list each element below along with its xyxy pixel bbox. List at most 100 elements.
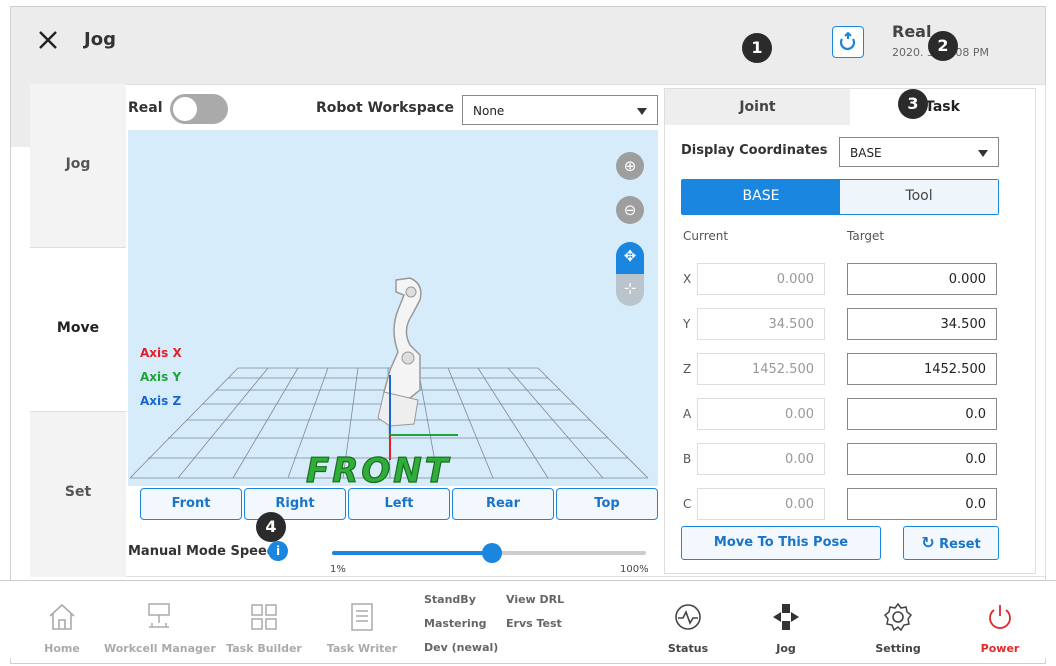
floor-label: FRONT	[306, 451, 451, 486]
slider-min: 1%	[330, 564, 346, 575]
nav-task-builder[interactable]: Task Builder	[224, 581, 304, 659]
power-icon	[989, 605, 1011, 629]
view-top-button[interactable]: Top	[556, 488, 658, 520]
tab-joint[interactable]: Joint	[665, 89, 850, 125]
real-toggle[interactable]	[170, 94, 228, 124]
slider-thumb[interactable]	[482, 543, 503, 563]
segment-base[interactable]: BASE	[682, 180, 840, 214]
refresh-icon	[839, 31, 856, 51]
menu-standby[interactable]: StandBy	[424, 593, 476, 606]
menu-dev-newal[interactable]: Dev (newal)	[424, 641, 498, 654]
task-writer-icon	[351, 603, 373, 631]
mode-label: Real	[892, 22, 932, 41]
current-header: Current	[683, 229, 729, 243]
view-left-button[interactable]: Left	[348, 488, 450, 520]
task-panel: Joint Task Display Coordinates BASE BASE…	[664, 88, 1036, 574]
tab-task[interactable]: Task	[850, 89, 1035, 125]
target-input[interactable]: 0.000	[847, 263, 997, 295]
coord-segment: BASE Tool	[681, 179, 999, 215]
side-tab-move[interactable]: Move	[30, 248, 126, 412]
page-title: Jog	[84, 29, 116, 50]
current-value: 34.500	[697, 308, 825, 340]
pan-icon: ⊹	[623, 279, 637, 297]
view-rear-button[interactable]: Rear	[452, 488, 554, 520]
row-label: C	[683, 497, 692, 511]
menu-mastering[interactable]: Mastering	[424, 617, 487, 630]
menu-view-drl[interactable]: View DRL	[506, 593, 564, 606]
pan-view-button[interactable]: ⊹	[616, 274, 644, 306]
rotate-view-button[interactable]: ✥	[616, 242, 644, 274]
callout-badge: 3	[898, 89, 928, 119]
nav-label: Status	[667, 642, 709, 655]
nav-label: Task Writer	[326, 642, 398, 655]
zoom-out-icon: ⊖	[623, 201, 637, 219]
bottom-nav: Home Workcell Manager Task Builder Task …	[0, 580, 1056, 658]
current-value: 0.00	[697, 398, 825, 430]
gear-icon	[883, 602, 913, 632]
refresh-button[interactable]	[832, 26, 864, 58]
jog-icon	[773, 604, 799, 630]
robot-joint	[405, 286, 417, 298]
toggle-knob	[173, 97, 197, 121]
nav-home[interactable]: Home	[30, 581, 94, 659]
nav-workcell-manager[interactable]: Workcell Manager	[104, 581, 216, 659]
target-input[interactable]: 0.0	[847, 398, 997, 430]
side-tab-set[interactable]: Set	[30, 412, 126, 576]
side-tab-jog[interactable]: Jog	[30, 84, 126, 248]
task-builder-icon	[251, 604, 277, 630]
nav-status[interactable]: Status	[656, 581, 720, 659]
row-label: B	[683, 452, 692, 466]
nav-jog[interactable]: Jog	[754, 581, 818, 659]
workcell-icon	[148, 603, 170, 628]
view-right-button[interactable]: Right	[244, 488, 346, 520]
info-icon[interactable]: i	[268, 541, 288, 561]
workspace-value: None	[473, 104, 505, 118]
chevron-down-icon	[978, 150, 988, 157]
side-tab-label: Move	[56, 320, 100, 336]
slider-fill	[332, 551, 493, 555]
speed-slider[interactable]	[332, 543, 646, 563]
target-input[interactable]: 0.0	[847, 443, 997, 475]
chevron-down-icon	[637, 108, 647, 115]
workspace-label: Robot Workspace	[316, 100, 454, 116]
nav-label: Power	[980, 642, 1020, 655]
display-coords-select[interactable]: BASE	[839, 137, 999, 167]
nav-setting[interactable]: Setting	[866, 581, 930, 659]
row-label: Z	[683, 362, 692, 376]
close-icon[interactable]	[34, 26, 62, 54]
current-value: 1452.500	[697, 353, 825, 385]
nav-label: Setting	[875, 642, 921, 655]
reset-button[interactable]: ↻ Reset	[903, 526, 999, 560]
nav-power[interactable]: Power	[968, 581, 1032, 659]
nav-label: Home	[44, 642, 80, 655]
axis-x-legend: Axis X	[140, 346, 182, 360]
target-input[interactable]: 1452.500	[847, 353, 997, 385]
callout-badge: 1	[742, 33, 772, 63]
side-tab-label: Set	[64, 484, 92, 500]
axis-y-legend: Axis Y	[140, 370, 182, 384]
home-icon	[49, 603, 75, 630]
workspace-select[interactable]: None	[462, 95, 658, 125]
real-label: Real	[128, 100, 163, 116]
robot-joint	[401, 351, 415, 365]
move-to-pose-button[interactable]: Move To This Pose	[681, 526, 881, 560]
target-input[interactable]: 34.500	[847, 308, 997, 340]
zoom-in-button[interactable]: ⊕	[616, 152, 644, 180]
row-label: Y	[683, 317, 691, 331]
target-input[interactable]: 0.0	[847, 488, 997, 520]
nav-task-writer[interactable]: Task Writer	[322, 581, 402, 659]
display-coords-value: BASE	[850, 146, 882, 160]
nav-label: Task Builder	[226, 642, 302, 655]
current-value: 0.00	[697, 488, 825, 520]
zoom-out-button[interactable]: ⊖	[616, 196, 644, 224]
status-icon	[675, 604, 701, 630]
view-front-button[interactable]: Front	[140, 488, 242, 520]
manual-speed-label: Manual Mode Speed	[128, 544, 277, 559]
nav-label: Workcell Manager	[104, 642, 216, 655]
menu-ervs-test[interactable]: Ervs Test	[506, 617, 562, 630]
zoom-in-icon: ⊕	[623, 157, 637, 175]
robot-3d-view[interactable]: FRONT	[128, 130, 658, 486]
current-value: 0.000	[697, 263, 825, 295]
target-header: Target	[847, 229, 885, 243]
segment-tool[interactable]: Tool	[840, 180, 998, 214]
